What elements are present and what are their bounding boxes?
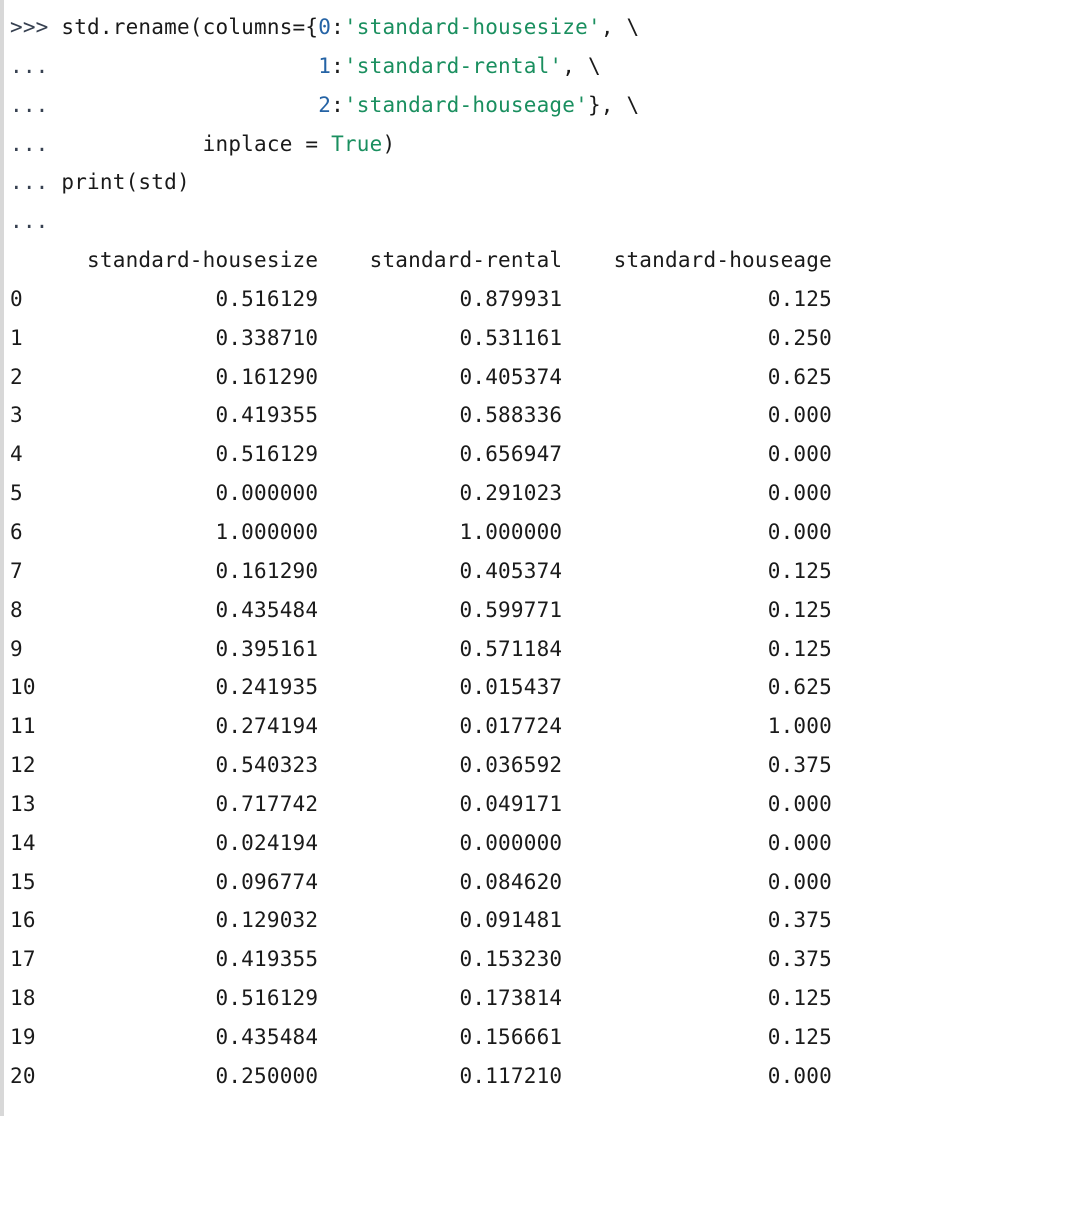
code-text: std.rename(columns={: [61, 15, 318, 39]
code-text: ): [382, 132, 395, 156]
output-header: standard-housesize standard-rental stand…: [10, 241, 1061, 280]
prompt-continuation: ...: [10, 132, 49, 156]
code-string: 'standard-housesize': [344, 15, 601, 39]
code-string: 'standard-rental': [344, 54, 562, 78]
output-row: 8 0.435484 0.599771 0.125: [10, 591, 1061, 630]
output-row: 14 0.024194 0.000000 0.000: [10, 824, 1061, 863]
output-row: 18 0.516129 0.173814 0.125: [10, 979, 1061, 1018]
output-row: 20 0.250000 0.117210 0.000: [10, 1057, 1061, 1096]
code-line-3: ... 2:'standard-houseage'}, \: [10, 86, 1061, 125]
code-text: inplace =: [203, 132, 331, 156]
code-line-2: ... 1:'standard-rental', \: [10, 47, 1061, 86]
prompt-continuation: ...: [10, 209, 49, 233]
output-row: 6 1.000000 1.000000 0.000: [10, 513, 1061, 552]
output-row: 16 0.129032 0.091481 0.375: [10, 901, 1061, 940]
output-row: 10 0.241935 0.015437 0.625: [10, 668, 1061, 707]
code-text: print(std): [61, 170, 189, 194]
code-number: 2: [318, 93, 331, 117]
code-text: }, \: [588, 93, 639, 117]
code-text: :: [331, 54, 344, 78]
output-row: 9 0.395161 0.571184 0.125: [10, 630, 1061, 669]
output-row: 3 0.419355 0.588336 0.000: [10, 396, 1061, 435]
code-text: :: [331, 15, 344, 39]
code-constant: True: [331, 132, 382, 156]
output-row: 0 0.516129 0.879931 0.125: [10, 280, 1061, 319]
code-number: 1: [318, 54, 331, 78]
prompt-continuation: ...: [10, 170, 49, 194]
output-row: 12 0.540323 0.036592 0.375: [10, 746, 1061, 785]
code-text: , \: [601, 15, 640, 39]
output-row: 5 0.000000 0.291023 0.000: [10, 474, 1061, 513]
code-line-1: >>> std.rename(columns={0:'standard-hous…: [10, 8, 1061, 47]
code-text: :: [331, 93, 344, 117]
code-number: 0: [318, 15, 331, 39]
output-row: 2 0.161290 0.405374 0.625: [10, 358, 1061, 397]
output-row: 13 0.717742 0.049171 0.000: [10, 785, 1061, 824]
prompt-continuation: ...: [10, 93, 49, 117]
code-string: 'standard-houseage': [344, 93, 588, 117]
code-line-4: ... inplace = True): [10, 125, 1061, 164]
output-row: 19 0.435484 0.156661 0.125: [10, 1018, 1061, 1057]
output-row: 17 0.419355 0.153230 0.375: [10, 940, 1061, 979]
output-row: 15 0.096774 0.084620 0.000: [10, 863, 1061, 902]
repl-session: >>> std.rename(columns={0:'standard-hous…: [0, 0, 1067, 1116]
output-row: 11 0.274194 0.017724 1.000: [10, 707, 1061, 746]
code-line-5: ... print(std): [10, 163, 1061, 202]
output-row: 1 0.338710 0.531161 0.250: [10, 319, 1061, 358]
prompt-continuation: ...: [10, 54, 49, 78]
output-row: 7 0.161290 0.405374 0.125: [10, 552, 1061, 591]
output-rows: 0 0.516129 0.879931 0.1251 0.338710 0.53…: [10, 280, 1061, 1096]
output-row: 4 0.516129 0.656947 0.000: [10, 435, 1061, 474]
code-line-6: ...: [10, 202, 1061, 241]
prompt-primary: >>>: [10, 15, 49, 39]
code-text: , \: [562, 54, 601, 78]
